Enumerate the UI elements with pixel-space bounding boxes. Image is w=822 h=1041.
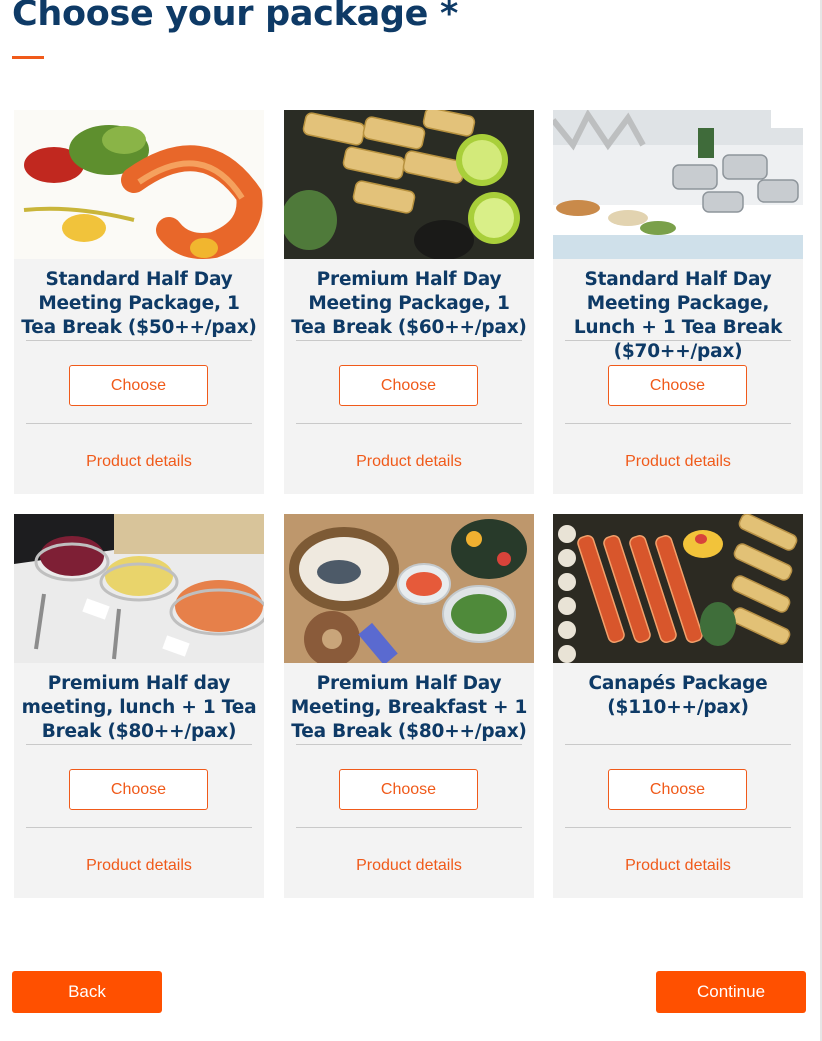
divider: [565, 423, 791, 424]
product-details-link[interactable]: Product details: [553, 857, 803, 875]
choose-button[interactable]: Choose: [608, 769, 747, 810]
divider: [296, 340, 522, 341]
package-image-breakfast: [284, 514, 534, 663]
divider: [26, 340, 252, 341]
package-image-salad-buffet: [14, 514, 264, 663]
package-title: Canapés Package ($110++/pax): [588, 673, 768, 718]
package-image-shrimp: [14, 110, 264, 259]
package-card: Premium Half Day Meeting, Breakfast + 1 …: [284, 514, 534, 898]
choose-button[interactable]: Choose: [339, 769, 478, 810]
divider: [565, 340, 791, 341]
choose-button[interactable]: Choose: [608, 365, 747, 406]
package-title: Standard Half Day Meeting Package, 1 Tea…: [21, 269, 257, 338]
product-details-link[interactable]: Product details: [553, 453, 803, 471]
product-details-link[interactable]: Product details: [14, 453, 264, 471]
choose-button[interactable]: Choose: [339, 365, 478, 406]
package-title: Standard Half Day Meeting Package, Lunch…: [573, 269, 783, 362]
package-title: Premium Half Day Meeting Package, 1 Tea …: [291, 269, 527, 338]
package-card: Standard Half Day Meeting Package, 1 Tea…: [14, 110, 264, 494]
package-title: Premium Half Day Meeting, Breakfast + 1 …: [290, 673, 528, 742]
package-title: Premium Half day meeting, lunch + 1 Tea …: [21, 673, 257, 742]
page-title: Choose your package *: [12, 0, 458, 34]
back-button[interactable]: Back: [12, 971, 162, 1013]
package-image-spring-rolls: [284, 110, 534, 259]
divider: [26, 744, 252, 745]
choose-button[interactable]: Choose: [69, 365, 208, 406]
package-card: Standard Half Day Meeting Package, Lunch…: [553, 110, 803, 494]
product-details-link[interactable]: Product details: [284, 453, 534, 471]
choose-button[interactable]: Choose: [69, 769, 208, 810]
divider: [296, 827, 522, 828]
product-details-link[interactable]: Product details: [284, 857, 534, 875]
divider: [296, 423, 522, 424]
package-image-canapes: [553, 514, 803, 663]
package-card: Premium Half Day Meeting Package, 1 Tea …: [284, 110, 534, 494]
package-card: Canapés Package ($110++/pax) Choose Prod…: [553, 514, 803, 898]
title-underline: [12, 56, 44, 59]
continue-button[interactable]: Continue: [656, 971, 806, 1013]
divider: [26, 423, 252, 424]
divider: [565, 744, 791, 745]
divider: [26, 827, 252, 828]
divider: [296, 744, 522, 745]
divider: [565, 827, 791, 828]
product-details-link[interactable]: Product details: [14, 857, 264, 875]
package-image-buffet: [553, 110, 803, 259]
package-card: Premium Half day meeting, lunch + 1 Tea …: [14, 514, 264, 898]
